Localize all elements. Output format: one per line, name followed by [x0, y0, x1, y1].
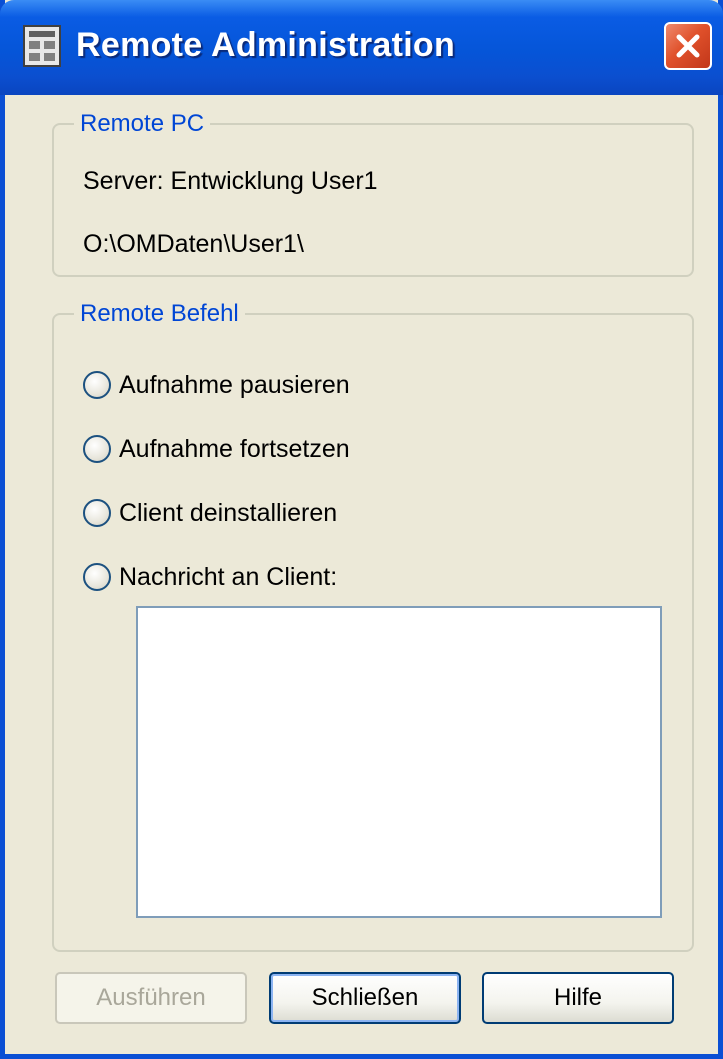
radio-resume-recording[interactable]: Aufnahme fortsetzen	[83, 432, 350, 466]
close-icon	[676, 34, 700, 58]
radio-button-icon[interactable]	[83, 499, 111, 527]
radio-button-icon[interactable]	[83, 435, 111, 463]
radio-label: Aufnahme fortsetzen	[119, 434, 350, 463]
radio-button-icon[interactable]	[83, 563, 111, 591]
message-input[interactable]	[136, 606, 662, 918]
radio-pause-recording[interactable]: Aufnahme pausieren	[83, 368, 350, 402]
radio-label: Nachricht an Client:	[119, 562, 338, 591]
server-label: Server: Entwicklung User1	[83, 167, 378, 195]
path-label: O:\OMDaten\User1\	[83, 230, 304, 258]
remote-command-legend: Remote Befehl	[80, 300, 239, 327]
close-button[interactable]	[664, 22, 712, 70]
radio-uninstall-client[interactable]: Client deinstallieren	[83, 496, 337, 530]
remote-pc-legend: Remote PC	[80, 110, 205, 137]
close-dialog-button[interactable]: Schließen	[269, 972, 461, 1024]
dialog-content: Remote PC Server: Entwicklung User1 O:\O…	[5, 95, 718, 1054]
radio-message-client[interactable]: Nachricht an Client:	[83, 560, 337, 594]
title-bar[interactable]: Remote Administration	[0, 0, 723, 95]
radio-label: Client deinstallieren	[119, 498, 338, 527]
radio-label: Aufnahme pausieren	[119, 370, 350, 399]
help-button[interactable]: Hilfe	[482, 972, 674, 1024]
app-icon	[23, 25, 61, 67]
execute-button[interactable]: Ausführen	[55, 972, 247, 1024]
window-title: Remote Administration	[76, 26, 456, 64]
radio-button-icon[interactable]	[83, 371, 111, 399]
dialog-window: Remote Administration Remote PC Server: …	[0, 0, 723, 1059]
